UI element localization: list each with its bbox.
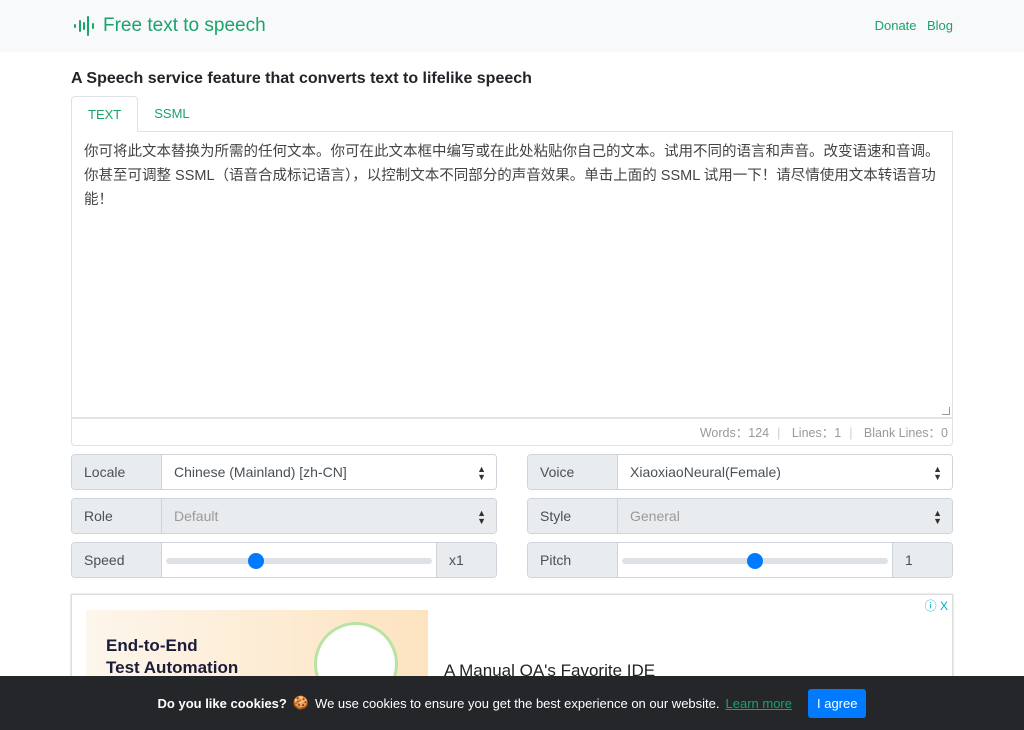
role-label: Role [72, 499, 162, 533]
locale-group: Locale Chinese (Mainland) [zh-CN] ▲ ▼ [71, 454, 497, 490]
line-count: Lines：1 [791, 426, 842, 440]
cookie-banner: Do you like cookies? 🍪 We use cookies to… [0, 676, 1024, 730]
sort-arrows-icon: ▲ ▼ [933, 508, 942, 526]
pitch-label: Pitch [528, 543, 618, 577]
cookie-question: Do you like cookies? [157, 695, 287, 711]
style-value: General [630, 508, 680, 524]
text-input[interactable]: 你可将此文本替换为所需的任何文本。你可在此文本框中编写或在此处粘贴你自己的文本。… [71, 132, 953, 418]
agree-button[interactable]: I agree [807, 688, 867, 718]
sort-arrows-icon: ▲ ▼ [933, 464, 942, 482]
pitch-slider-thumb[interactable] [747, 553, 763, 569]
cookie-icon: 🍪 [292, 695, 310, 710]
ad-headline-2: Test Automation [106, 658, 239, 677]
page-title: A Speech service feature that converts t… [71, 70, 532, 87]
locale-label: Locale [72, 455, 162, 489]
speed-group: Speed x1 [71, 542, 497, 578]
site-title: Free text to speech [103, 15, 266, 36]
word-count: Words：124 [699, 426, 770, 440]
sort-arrows-icon: ▲ ▼ [477, 508, 486, 526]
role-value: Default [174, 508, 219, 524]
pitch-value: 1 [892, 543, 952, 577]
tab-text[interactable]: TEXT [71, 96, 139, 132]
sort-arrows-icon: ▲ ▼ [477, 464, 486, 482]
text-stats: Words：124 | Lines：1 | Blank Lines：0 [71, 418, 953, 446]
blank-line-count: Blank Lines：0 [863, 426, 948, 440]
role-select[interactable]: Default ▲ ▼ [162, 499, 496, 533]
locale-value: Chinese (Mainland) [zh-CN] [174, 464, 347, 480]
donate-link[interactable]: Donate [875, 18, 917, 33]
speed-slider[interactable] [162, 543, 436, 577]
speed-slider-thumb[interactable] [248, 553, 265, 569]
ad-close-icon[interactable]: ⓘ X [925, 597, 948, 614]
nav: Donate Blog [869, 17, 953, 35]
voice-group: Voice XiaoxiaoNeural(Female) ▲ ▼ [527, 454, 953, 490]
voice-label: Voice [528, 455, 618, 489]
voice-select[interactable]: XiaoxiaoNeural(Female) ▲ ▼ [618, 455, 952, 489]
pitch-group: Pitch 1 [527, 542, 953, 578]
tab-ssml[interactable]: SSML [138, 96, 205, 131]
ad-headline-1: End-to-End [106, 636, 198, 655]
style-label: Style [528, 499, 618, 533]
locale-select[interactable]: Chinese (Mainland) [zh-CN] ▲ ▼ [162, 455, 496, 489]
blog-link[interactable]: Blog [927, 18, 953, 33]
main: A Speech service feature that converts t… [71, 52, 953, 714]
cookie-text: We use cookies to ensure you get the bes… [315, 695, 720, 711]
brand[interactable]: Free text to speech [73, 15, 266, 37]
resize-handle-icon[interactable] [942, 407, 950, 415]
style-group: Style General ▲ ▼ [527, 498, 953, 534]
text-content: 你可将此文本替换为所需的任何文本。你可在此文本框中编写或在此处粘贴你自己的文本。… [84, 144, 940, 208]
speed-value: x1 [436, 543, 496, 577]
pitch-slider[interactable] [618, 543, 892, 577]
header: Free text to speech Donate Blog [0, 0, 1024, 52]
voice-value: XiaoxiaoNeural(Female) [630, 464, 781, 480]
style-select[interactable]: General ▲ ▼ [618, 499, 952, 533]
tabs: TEXT SSML [71, 96, 953, 132]
role-group: Role Default ▲ ▼ [71, 498, 497, 534]
learn-more-link[interactable]: Learn more [726, 696, 792, 711]
sound-wave-icon [74, 16, 94, 36]
speed-label: Speed [72, 543, 162, 577]
